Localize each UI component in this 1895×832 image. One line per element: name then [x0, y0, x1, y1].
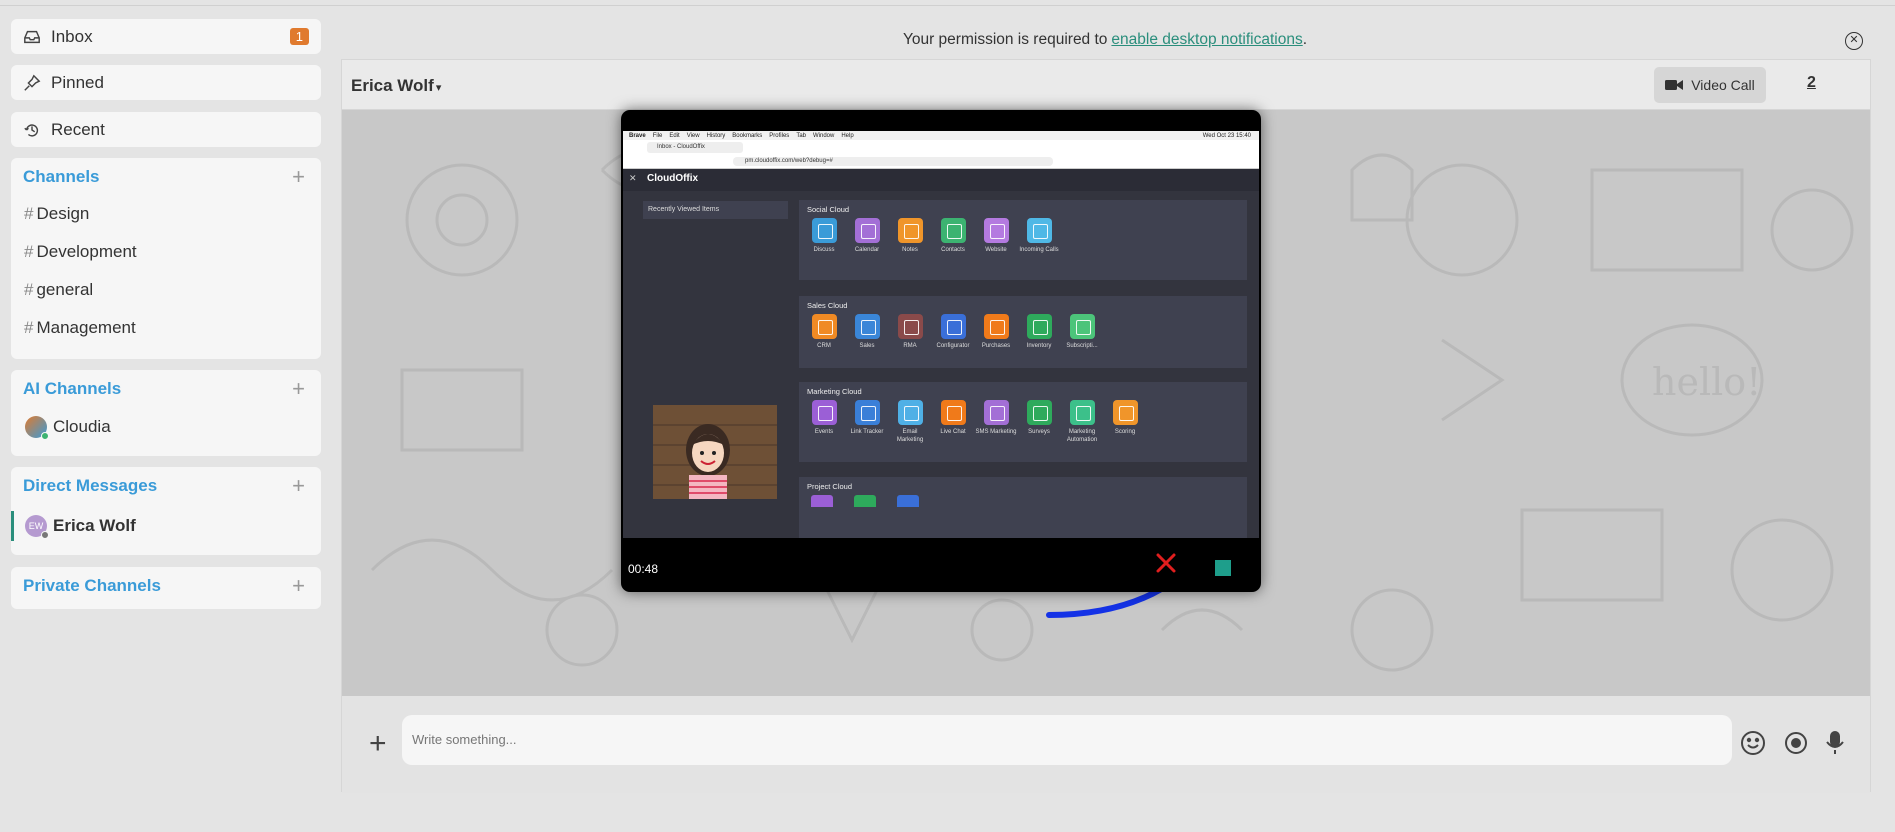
private-channels-title[interactable]: Private Channels: [23, 576, 161, 596]
participant-count[interactable]: 2: [1807, 74, 1816, 92]
app-calendar: Calendar: [846, 218, 888, 254]
dm-erica-wolf[interactable]: EW Erica Wolf: [25, 515, 136, 539]
inbox-badge: 1: [289, 28, 309, 45]
inbox-icon: [24, 30, 40, 43]
channel-management[interactable]: # Management: [24, 318, 136, 338]
brand-logo: CloudOffix: [647, 173, 699, 184]
notification-bar: Your permission is required to enable des…: [902, 31, 1308, 48]
recent-label: Recent: [51, 119, 105, 139]
channels-section: Channels + # Design # Development # general…: [11, 158, 321, 359]
active-indicator: [11, 511, 14, 541]
app-surveys: Surveys: [1018, 400, 1060, 436]
add-dm-icon[interactable]: +: [292, 473, 305, 499]
avatar-cartoon: [653, 405, 777, 499]
call-timer: 00:48: [628, 562, 659, 576]
chat-header: Erica Wolf ▾ Video Call 2: [342, 60, 1870, 110]
ai-channel-cloudia[interactable]: Cloudia: [25, 416, 111, 440]
app-email-marketing: Email Marketing: [889, 400, 931, 444]
app-sales: Sales: [846, 314, 888, 350]
app-purchases: Purchases: [975, 314, 1017, 350]
app-link-tracker: Link Tracker: [846, 400, 888, 436]
enable-notifications-link[interactable]: enable desktop notifications: [1111, 31, 1302, 48]
close-notification-icon[interactable]: ✕: [1845, 32, 1863, 50]
sidebar-inbox[interactable]: Inbox 1: [11, 19, 321, 54]
app-inventory: Inventory: [1018, 314, 1060, 350]
browser-tab: Inbox - CloudOffix: [647, 142, 743, 153]
app-configurator: Configurator: [932, 314, 974, 350]
app-live-chat: Live Chat: [932, 400, 974, 436]
emoji-icon[interactable]: [1740, 730, 1766, 756]
app-notes: Notes: [889, 218, 931, 254]
inbox-label: Inbox: [51, 26, 93, 46]
sales-cloud-panel: Sales Cloud CRM Sales RMA Configurator P…: [799, 296, 1247, 368]
add-ai-channel-icon[interactable]: +: [292, 376, 305, 402]
add-private-channel-icon[interactable]: +: [292, 573, 305, 599]
project-cloud-panel: Project Cloud: [799, 477, 1247, 538]
message-input[interactable]: Write something...: [402, 715, 1732, 765]
shared-screen: Brave File Edit View History Bookmarks P…: [623, 131, 1259, 538]
social-cloud-panel: Social Cloud Discuss Calendar Notes Cont…: [799, 200, 1247, 280]
app-subscriptions: Subscripti...: [1061, 314, 1103, 350]
composer: + Write something...: [342, 696, 1870, 793]
app-marketing-automation: Marketing Automation: [1061, 400, 1103, 444]
recent-icon: [24, 123, 39, 137]
channel-development[interactable]: # Development: [24, 242, 137, 262]
direct-messages-section: Direct Messages + EW Erica Wolf: [11, 467, 321, 555]
sidebar-recent[interactable]: Recent: [11, 112, 321, 147]
record-icon[interactable]: [1783, 730, 1809, 756]
ai-channels-section: AI Channels + Cloudia: [11, 370, 321, 456]
channels-title[interactable]: Channels: [23, 167, 100, 187]
erica-avatar: EW: [25, 515, 49, 539]
app-crm: CRM: [803, 314, 845, 350]
video-call-button[interactable]: Video Call: [1654, 67, 1766, 103]
app-sms-marketing: SMS Marketing: [975, 400, 1017, 436]
video-call-overlay: Brave File Edit View History Bookmarks P…: [621, 110, 1261, 592]
chevron-down-icon: ▾: [435, 82, 442, 94]
microphone-icon[interactable]: [1822, 730, 1848, 756]
direct-messages-title[interactable]: Direct Messages: [23, 476, 157, 496]
webcam-thumbnail: [653, 405, 777, 499]
browser-url: pm.cloudoffix.com/web?debug=#: [733, 157, 1053, 166]
end-call-icon[interactable]: [1156, 553, 1176, 573]
app-discuss: Discuss: [803, 218, 845, 254]
app-events: Events: [803, 400, 845, 436]
stop-sharing-button[interactable]: [1215, 560, 1231, 576]
app-contacts: Contacts: [932, 218, 974, 254]
pinned-label: Pinned: [51, 72, 104, 92]
app-rma: RMA: [889, 314, 931, 350]
channel-design[interactable]: # Design: [24, 204, 89, 224]
video-camera-icon: [1665, 80, 1684, 90]
close-icon: ✕: [629, 173, 637, 183]
add-channel-icon[interactable]: +: [292, 164, 305, 190]
channel-general[interactable]: # general: [24, 280, 93, 300]
app-incoming-calls: Incoming Calls: [1018, 218, 1060, 254]
mac-menu-bar: Brave File Edit View History Bookmarks P…: [623, 131, 1259, 140]
ai-channels-title[interactable]: AI Channels: [23, 379, 121, 399]
recently-viewed: Recently Viewed Items: [643, 201, 788, 219]
app-website: Website: [975, 218, 1017, 254]
private-channels-section: Private Channels +: [11, 567, 321, 609]
cloudia-avatar: [25, 416, 49, 440]
sidebar-pinned[interactable]: Pinned: [11, 65, 321, 100]
app-scoring: Scoring: [1104, 400, 1146, 436]
marketing-cloud-panel: Marketing Cloud Events Link Tracker Emai…: [799, 382, 1247, 462]
contact-name[interactable]: Erica Wolf ▾: [351, 76, 441, 96]
attach-plus-icon[interactable]: +: [369, 727, 387, 761]
pin-icon: [24, 74, 41, 91]
top-divider: [0, 5, 1895, 6]
browser-bar: Inbox - CloudOffix pm.cloudoffix.com/web…: [623, 140, 1259, 169]
app-bar: ✕ CloudOffix: [623, 169, 1259, 191]
